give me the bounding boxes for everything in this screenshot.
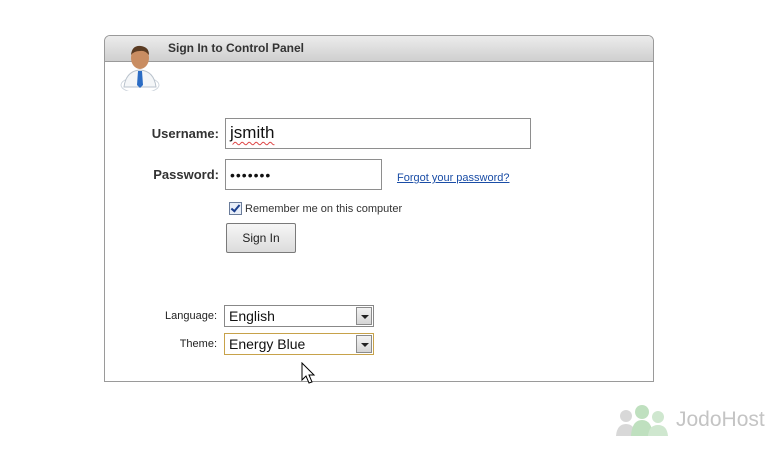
language-select[interactable]: English [224, 305, 374, 327]
language-label: Language: [165, 310, 217, 322]
username-value: jsmith [230, 123, 275, 142]
panel-title: Sign In to Control Panel [168, 41, 304, 55]
panel-header: Sign In to Control Panel [105, 36, 653, 62]
chevron-down-icon[interactable] [356, 335, 372, 353]
chevron-down-icon[interactable] [356, 307, 372, 325]
checkbox-checked-icon[interactable] [229, 202, 242, 215]
theme-select[interactable]: Energy Blue [224, 333, 374, 355]
brand: JodoHost [614, 402, 765, 438]
password-label: Password: [153, 167, 219, 182]
password-value: ••••••• [230, 167, 272, 183]
signin-panel: Sign In to Control Panel Username: jsmit… [104, 35, 654, 382]
jodohost-logo-icon [616, 405, 668, 436]
theme-value: Energy Blue [229, 336, 306, 352]
remember-me-label: Remember me on this computer [245, 202, 403, 215]
mouse-cursor-icon [301, 362, 316, 384]
brand-name: JodoHost [676, 408, 765, 431]
password-input[interactable]: ••••••• [225, 159, 382, 190]
remember-me-row[interactable]: Remember me on this computer [229, 202, 402, 215]
language-value: English [229, 308, 275, 324]
sign-in-button[interactable]: Sign In [226, 223, 296, 253]
username-label: Username: [151, 126, 219, 141]
user-icon [120, 45, 160, 91]
username-input[interactable]: jsmith [225, 118, 531, 149]
theme-label: Theme: [179, 338, 217, 350]
forgot-password-link[interactable]: Forgot your password? [397, 172, 510, 184]
